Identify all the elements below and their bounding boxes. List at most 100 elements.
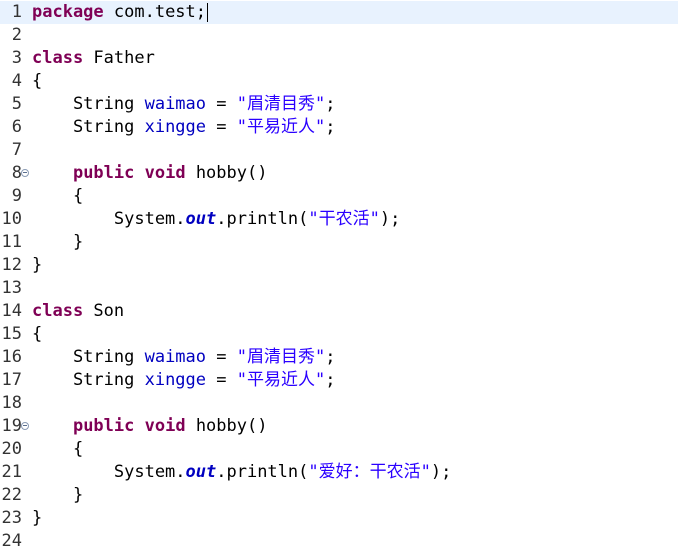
line-number: 7 — [11, 140, 22, 160]
code-line[interactable]: 18 — [0, 392, 678, 415]
str-token: "眉清目秀" — [236, 94, 326, 114]
code-text: String waimao = "眉清目秀"; — [32, 346, 336, 369]
str-token: "爱好：干农活" — [308, 462, 431, 482]
code-editor[interactable]: 1 package com.test; 2 3 class Father 4{5 Stri… — [0, 0, 678, 554]
code-text: { — [32, 70, 42, 93]
code-line[interactable]: 13 — [0, 277, 678, 300]
line-number: 1 — [11, 2, 22, 22]
code-line[interactable]: 12} — [0, 254, 678, 277]
code-text: public void hobby() — [32, 162, 268, 185]
code-text: System.out.println("爱好：干农活"); — [32, 461, 451, 484]
code-token: = — [206, 347, 237, 367]
code-token: ); — [430, 462, 452, 482]
code-text: String xingge = "平易近人"; — [32, 116, 336, 139]
field-token: waimao — [144, 347, 207, 367]
code-token: { — [32, 71, 43, 91]
code-line[interactable]: 20 { — [0, 438, 678, 461]
code-line[interactable]: 10 System.out.println("干农活"); — [0, 208, 678, 231]
code-token: ; — [325, 117, 336, 137]
code-line[interactable]: 14 class Son — [0, 300, 678, 323]
code-token: Son — [83, 301, 125, 321]
code-line[interactable]: 23} — [0, 507, 678, 530]
static-token: out — [185, 209, 217, 229]
line-number: 23 — [1, 508, 22, 528]
code-line[interactable]: 16 String waimao = "眉清目秀"; — [0, 346, 678, 369]
code-token: hobby() — [185, 163, 268, 183]
code-line[interactable]: 19 public void hobby() — [0, 415, 678, 438]
line-number: 18 — [1, 393, 22, 413]
str-token: "眉清目秀" — [236, 347, 326, 367]
line-number: 12 — [1, 255, 22, 275]
line-number: 21 — [1, 462, 22, 482]
code-text: public void hobby() — [32, 415, 268, 438]
code-token: .println( — [216, 462, 309, 482]
code-line[interactable]: 22 } — [0, 484, 678, 507]
code-line[interactable]: 7 — [0, 139, 678, 162]
field-token: xingge — [144, 370, 207, 390]
code-token: } — [32, 485, 84, 505]
code-token: com.test; — [103, 2, 207, 22]
line-number: 16 — [1, 347, 22, 367]
code-text: } — [32, 254, 42, 277]
code-text: { — [32, 185, 83, 208]
code-line[interactable]: 3 class Father — [0, 47, 678, 70]
code-token: Father — [83, 48, 155, 68]
code-token: ); — [379, 209, 401, 229]
code-line[interactable]: 1 package com.test; — [0, 1, 678, 24]
code-text: } — [32, 484, 83, 507]
line-number: 8 — [11, 163, 22, 183]
line-number: 11 — [1, 232, 22, 252]
text-caret — [207, 2, 209, 22]
line-number: 5 — [11, 94, 22, 114]
field-token: xingge — [144, 117, 207, 137]
static-token: out — [185, 462, 217, 482]
code-text: { — [32, 323, 42, 346]
code-line[interactable]: 5 String waimao = "眉清目秀"; — [0, 93, 678, 116]
line-number: 17 — [1, 370, 22, 390]
kw-token: public — [72, 163, 135, 183]
code-line[interactable]: 8 public void hobby() — [0, 162, 678, 185]
code-text: System.out.println("干农活"); — [32, 208, 400, 231]
line-number: 10 — [1, 209, 22, 229]
code-line[interactable]: 11 } — [0, 231, 678, 254]
kw-token: class — [32, 301, 84, 321]
code-token: } — [32, 255, 43, 275]
line-number: 4 — [11, 71, 22, 91]
code-text: class Father — [32, 47, 155, 70]
code-token: String — [32, 370, 145, 390]
code-token: ; — [325, 94, 336, 114]
line-number: 15 — [1, 324, 22, 344]
line-number: 14 — [1, 301, 22, 321]
line-number: 19 — [1, 416, 22, 436]
fold-collapse-icon[interactable] — [21, 422, 29, 430]
code-token: { — [32, 186, 84, 206]
kw-token: package — [32, 2, 104, 22]
code-text: class Son — [32, 300, 124, 323]
line-number: 20 — [1, 439, 22, 459]
code-line[interactable]: 4{ — [0, 70, 678, 93]
code-line[interactable]: 24 — [0, 530, 678, 553]
fold-collapse-icon[interactable] — [21, 169, 29, 177]
code-line[interactable]: 15 { — [0, 323, 678, 346]
code-token: = — [206, 94, 237, 114]
code-token: { — [32, 439, 84, 459]
code-text: } — [32, 507, 42, 530]
code-token: String — [32, 347, 145, 367]
line-number: 22 — [1, 485, 22, 505]
line-number: 3 — [11, 48, 22, 68]
code-token: String — [32, 94, 145, 114]
code-text: package com.test; — [32, 1, 209, 24]
code-line[interactable]: 9 { — [0, 185, 678, 208]
kw-token: class — [32, 48, 84, 68]
code-line[interactable]: 21 System.out.println("爱好：干农活"); — [0, 461, 678, 484]
code-line[interactable]: 17 String xingge = "平易近人"; — [0, 369, 678, 392]
kw-token: void — [144, 416, 186, 436]
code-line[interactable]: 2 — [0, 24, 678, 47]
line-number: 24 — [1, 531, 22, 551]
code-line[interactable]: 6 String xingge = "平易近人"; — [0, 116, 678, 139]
code-token: System. — [32, 462, 186, 482]
code-token: String — [32, 117, 145, 137]
